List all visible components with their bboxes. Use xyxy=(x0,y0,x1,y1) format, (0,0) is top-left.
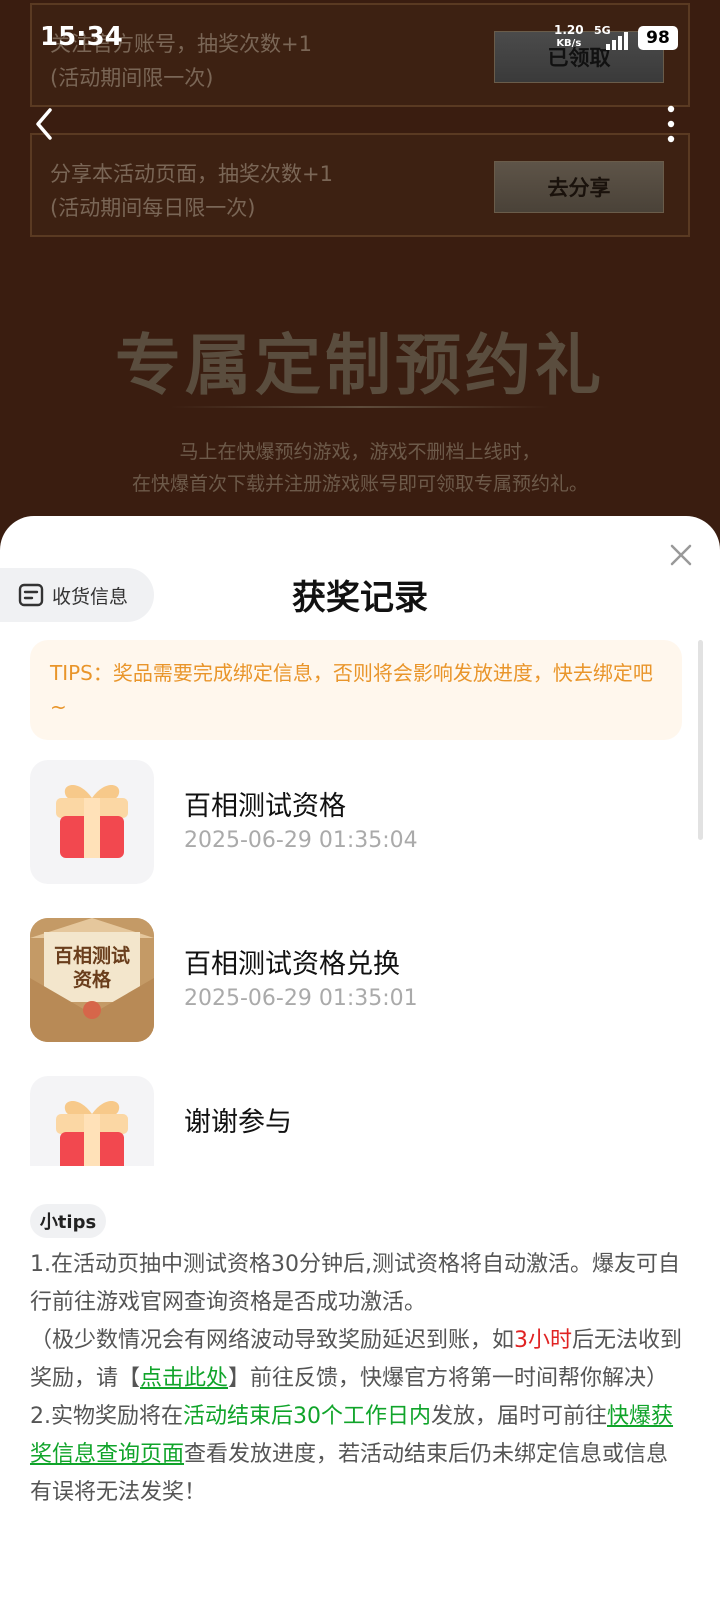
battery-icon: 98 xyxy=(638,26,678,50)
signal-icon xyxy=(606,30,634,50)
note-text: 发放，届时可前往 xyxy=(431,1404,608,1429)
note-text: （极少数情况会有网络波动导致奖励延迟到账，如 xyxy=(30,1328,515,1353)
description-line: 马上在快爆预约游戏，游戏不删档上线时， xyxy=(179,441,541,463)
task-title: 分享本活动页面，抽奖次数+1 xyxy=(50,162,333,186)
card-text-line2: 资格 xyxy=(73,968,112,991)
gift-box-icon xyxy=(30,1076,154,1166)
description-line: 在快爆首次下载并注册游戏账号即可领取专属预约礼。 xyxy=(131,473,588,495)
record-list: 百相测试资格 2025-06-29 01:35:04 百相测试 资格 百相测试资… xyxy=(0,760,700,1166)
record-time: 2025-06-29 01:35:01 xyxy=(184,986,418,1011)
note-text: 2.实物奖励将在 xyxy=(30,1404,183,1429)
title-divider xyxy=(170,406,550,408)
envelope-card-icon: 百相测试 资格 xyxy=(30,918,154,1042)
record-item: 百相测试 资格 百相测试资格兑换 2025-06-29 01:35:01 xyxy=(30,918,670,1042)
back-arrow-icon[interactable] xyxy=(30,106,60,142)
section-description: 马上在快爆预约游戏，游戏不删档上线时， 在快爆首次下载并注册游戏账号即可领取专属… xyxy=(0,436,720,500)
more-icon[interactable] xyxy=(664,104,678,144)
network-speed: 1.20 KB/s xyxy=(554,24,584,50)
notes-text: 1.在活动页抽中测试资格30分钟后,测试资格将自动激活。爆友可自行前往游戏官网查… xyxy=(30,1246,690,1512)
status-time: 15:34 xyxy=(40,22,123,52)
network-speed-value: 1.20 xyxy=(554,23,584,37)
record-name: 谢谢参与 xyxy=(184,1107,292,1138)
record-item: 百相测试资格 2025-06-29 01:35:04 xyxy=(30,760,670,884)
record-name: 百相测试资格兑换 xyxy=(184,949,400,980)
record-item: 谢谢参与 xyxy=(30,1076,670,1166)
gift-box-icon xyxy=(30,760,154,884)
record-time: 2025-06-29 01:35:04 xyxy=(184,828,418,853)
sheet-title: 获奖记录 xyxy=(292,578,428,618)
note-text: 】前往反馈，快爆官方将第一时间帮你解决） xyxy=(228,1366,669,1391)
section-title: 专属定制预约礼 xyxy=(115,326,605,404)
close-icon[interactable] xyxy=(670,544,692,566)
prize-record-sheet: 收货信息 获奖记录 TIPS：奖品需要完成绑定信息，否则将会影响发放进度，快去绑… xyxy=(0,516,720,1600)
status-bar: 15:34 1.20 KB/s 5G 98 xyxy=(0,0,720,80)
note-paragraph-2: （极少数情况会有网络波动导致奖励延迟到账，如3小时后无法收到奖励，请【点击此处】… xyxy=(30,1322,690,1398)
note-paragraph-3: 2.实物奖励将在活动结束后30个工作日内发放，届时可前往快爆获奖信息查询页面查看… xyxy=(30,1398,690,1512)
background-page: 关注官方账号，抽奖次数+1 (活动期间限一次) 已领取 分享本活动页面，抽奖次数… xyxy=(0,0,720,560)
feedback-link[interactable]: 点击此处 xyxy=(140,1366,228,1391)
highlight-period: 活动结束后30个工作日内 xyxy=(183,1404,431,1429)
network-speed-unit: KB/s xyxy=(556,38,582,49)
task-card-share: 分享本活动页面，抽奖次数+1 (活动期间每日限一次) 去分享 xyxy=(30,133,690,237)
small-tips-badge: 小tips xyxy=(30,1204,106,1238)
note-paragraph-1: 1.在活动页抽中测试资格30分钟后,测试资格将自动激活。爆友可自行前往游戏官网查… xyxy=(30,1252,680,1315)
task-text: 分享本活动页面，抽奖次数+1 (活动期间每日限一次) xyxy=(50,157,333,225)
card-text-line1: 百相测试 xyxy=(54,945,130,967)
highlight-delay: 3小时 xyxy=(514,1328,573,1353)
task-limit: (活动期间每日限一次) xyxy=(50,196,256,220)
tips-banner: TIPS：奖品需要完成绑定信息，否则将会影响发放进度，快去绑定吧~ xyxy=(30,640,682,740)
record-name: 百相测试资格 xyxy=(184,791,346,822)
share-button[interactable]: 去分享 xyxy=(494,161,664,213)
